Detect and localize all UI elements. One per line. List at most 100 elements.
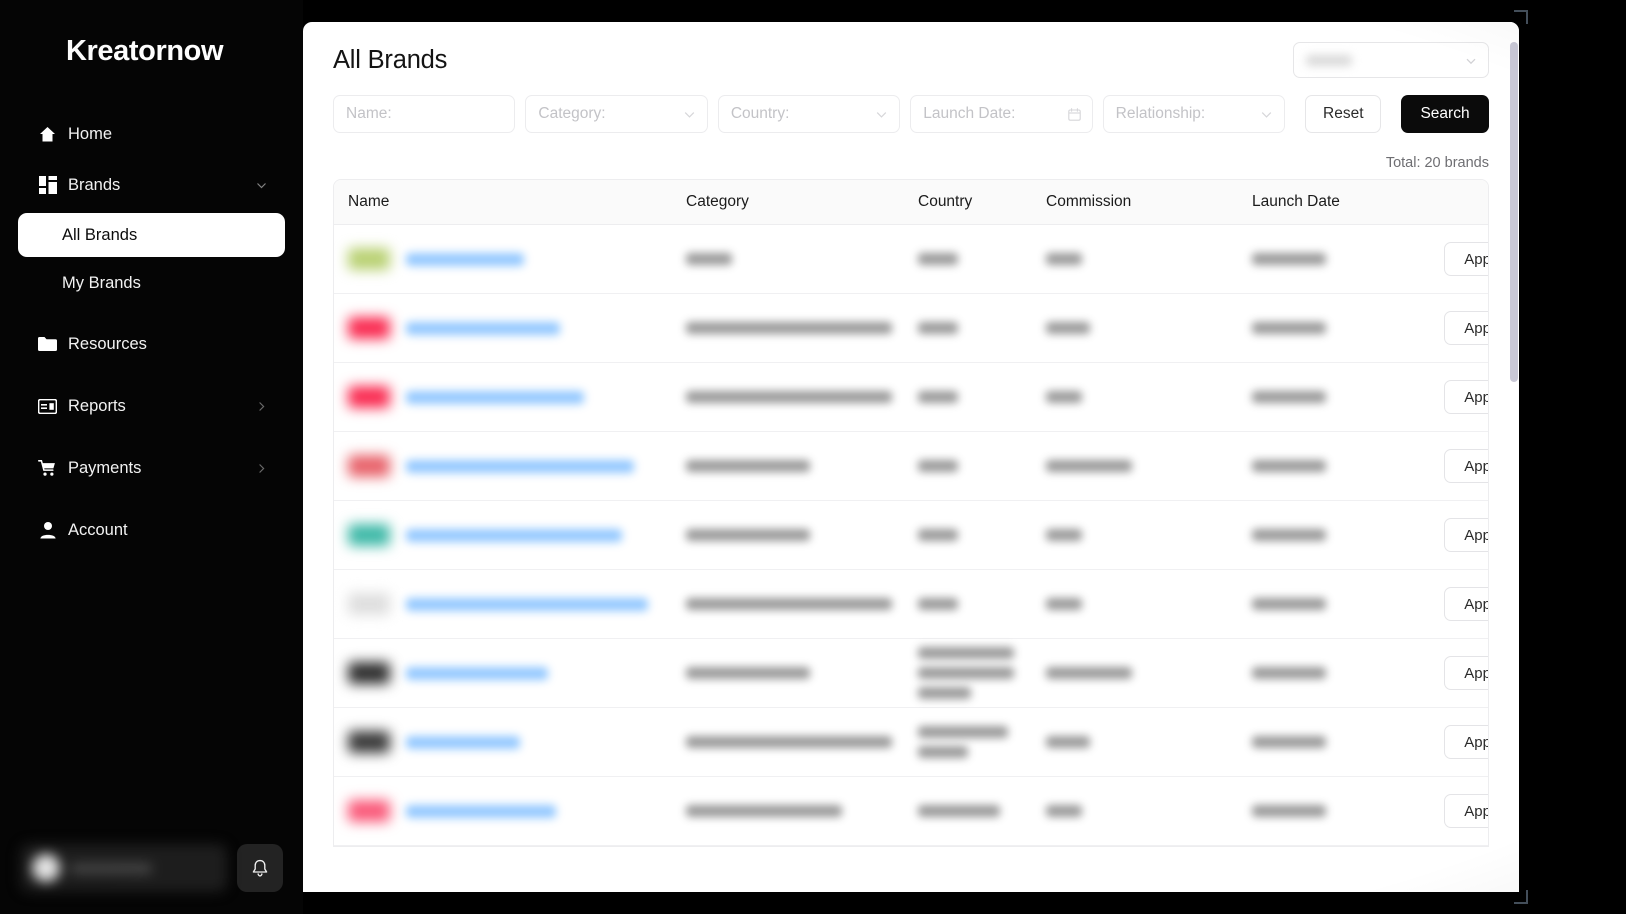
cell-action: Apply — [1400, 638, 1488, 708]
cell-category — [686, 431, 918, 501]
brand-name-link[interactable] — [406, 390, 584, 404]
redacted-value — [686, 322, 892, 334]
brand-name-link[interactable] — [406, 735, 520, 749]
category-select[interactable]: Category: — [525, 95, 708, 133]
sidebar-item-label: Resources — [68, 334, 147, 353]
corner-mark-bottom-right — [1514, 890, 1528, 904]
sidebar-item-payments[interactable]: Payments — [18, 445, 285, 491]
redacted-value — [1252, 598, 1326, 610]
redacted-value — [686, 598, 892, 610]
cell-launch-date — [1252, 776, 1400, 846]
notifications-button[interactable] — [237, 844, 283, 892]
redacted-value — [918, 746, 968, 758]
sidebar-item-all-brands[interactable]: All Brands — [18, 213, 285, 257]
account-select[interactable] — [1293, 42, 1489, 78]
sidebar-subitem-label: All Brands — [62, 225, 138, 244]
country-placeholder: Country: — [730, 105, 790, 122]
apply-button[interactable]: Apply — [1444, 794, 1488, 828]
brand-name-link[interactable] — [406, 804, 556, 818]
apply-button[interactable]: Apply — [1444, 449, 1488, 483]
cell-country — [918, 500, 1046, 570]
cell-name — [334, 500, 686, 570]
account-select-value-redacted — [1306, 54, 1352, 66]
sidebar-item-resources[interactable]: Resources — [18, 321, 285, 367]
redacted-value — [1252, 322, 1326, 334]
launch-date-picker[interactable]: Launch Date: — [910, 95, 1093, 133]
sidebar-item-my-brands[interactable]: My Brands — [18, 261, 285, 305]
redacted-value — [686, 529, 810, 541]
brand-name-link[interactable] — [406, 321, 560, 335]
redacted-value — [918, 598, 958, 610]
brand-logo-icon — [348, 731, 390, 753]
brand-logo-icon — [348, 593, 390, 615]
brand-name-link[interactable] — [406, 252, 524, 266]
brand-logo-icon — [348, 524, 390, 546]
cell-commission — [1046, 224, 1252, 294]
table-body: Apply Apply Apply Apply Apply Apply Apply Apply… — [334, 224, 1488, 846]
country-select[interactable]: Country: — [717, 95, 901, 133]
brand-name-link[interactable] — [406, 666, 548, 680]
table-row: Apply — [334, 431, 1488, 501]
cell-name — [334, 362, 686, 432]
sidebar: Kreatornow Home Brands All Brands My Bra… — [0, 0, 303, 914]
sidebar-item-label: Reports — [68, 396, 126, 415]
cell-category — [686, 362, 918, 432]
cell-launch-date — [1252, 362, 1400, 432]
apply-button[interactable]: Apply — [1444, 725, 1488, 759]
sidebar-item-reports[interactable]: Reports — [18, 383, 285, 429]
apply-button[interactable]: Apply — [1444, 380, 1488, 414]
column-header-name[interactable]: Name — [334, 180, 686, 225]
table-row: Apply — [334, 362, 1488, 432]
calendar-icon — [1067, 107, 1081, 121]
brands-table: Name Category Country Commission Launch … — [334, 180, 1488, 846]
brand-name-link[interactable] — [406, 528, 622, 542]
report-icon — [38, 397, 57, 416]
redacted-value — [686, 667, 810, 679]
cell-action: Apply — [1400, 500, 1488, 570]
cell-category — [686, 569, 918, 639]
panel-scrollbar[interactable] — [1509, 22, 1519, 892]
search-button[interactable]: Search — [1401, 95, 1490, 133]
apply-button[interactable]: Apply — [1444, 656, 1488, 690]
content-panel: All Brands Name: Category: Country: Laun… — [303, 22, 1519, 892]
cell-launch-date — [1252, 293, 1400, 363]
redacted-value — [1046, 529, 1082, 541]
sidebar-item-account[interactable]: Account — [18, 507, 285, 553]
cell-country — [918, 431, 1046, 501]
apply-button[interactable]: Apply — [1444, 518, 1488, 552]
sidebar-item-home[interactable]: Home — [18, 111, 285, 157]
redacted-value — [1252, 460, 1326, 472]
apply-button[interactable]: Apply — [1444, 242, 1488, 276]
sidebar-item-brands[interactable]: Brands — [18, 162, 285, 208]
brand-logo-icon — [348, 662, 390, 684]
apply-button[interactable]: Apply — [1444, 311, 1488, 345]
sidebar-item-label: Account — [68, 520, 128, 539]
brand-logo-icon — [348, 317, 390, 339]
sidebar-nav: Home Brands All Brands My Brands Resourc… — [0, 92, 303, 844]
redacted-value — [918, 647, 1014, 659]
redacted-value — [918, 391, 958, 403]
redacted-value — [1046, 460, 1132, 472]
column-header-category[interactable]: Category — [686, 180, 918, 225]
reset-button[interactable]: Reset — [1305, 95, 1382, 133]
column-header-launch-date[interactable]: Launch Date — [1252, 180, 1400, 225]
brand-logo-icon — [348, 455, 390, 477]
search-name-input[interactable]: Name: — [333, 95, 516, 133]
user-profile-chip[interactable] — [20, 844, 227, 892]
cell-name — [334, 776, 686, 846]
redacted-value — [1046, 322, 1090, 334]
brand-logo-icon — [348, 248, 390, 270]
brand-name-link[interactable] — [406, 459, 634, 473]
brand-name-link[interactable] — [406, 597, 648, 611]
table-row: Apply — [334, 707, 1488, 777]
cell-name — [334, 431, 686, 501]
cell-category — [686, 224, 918, 294]
relationship-select[interactable]: Relationship: — [1102, 95, 1286, 133]
sidebar-footer — [0, 844, 303, 914]
chevron-down-icon — [256, 180, 267, 191]
panel-scrollbar-thumb[interactable] — [1510, 42, 1518, 382]
apply-button[interactable]: Apply — [1444, 587, 1488, 621]
cell-launch-date — [1252, 569, 1400, 639]
column-header-commission[interactable]: Commission — [1046, 180, 1252, 225]
column-header-country[interactable]: Country — [918, 180, 1046, 225]
